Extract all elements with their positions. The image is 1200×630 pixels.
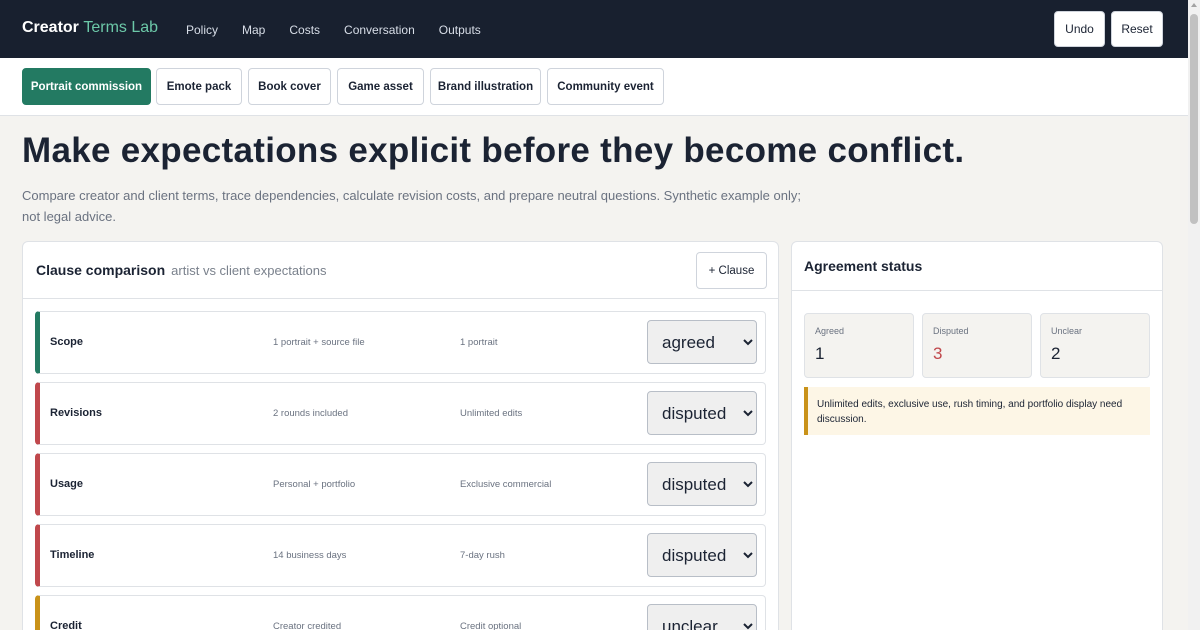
brand-accent: Terms Lab xyxy=(83,19,159,36)
nav-link-conversation[interactable]: Conversation xyxy=(344,23,415,37)
reset-button[interactable]: Reset xyxy=(1111,11,1163,47)
clause-row-credit: Credit Creator credited Credit optional … xyxy=(35,595,766,630)
stat-value: 1 xyxy=(815,344,825,363)
main-nav: Policy Map Costs Conversation Outputs xyxy=(186,23,505,37)
app-brand: Creator Terms Lab xyxy=(22,19,158,37)
clause-name: Credit xyxy=(50,620,82,630)
clause-client-term: 7-day rush xyxy=(460,550,505,561)
clause-client-term: Credit optional xyxy=(460,621,522,630)
clause-panel-subheading: artist vs client expectations xyxy=(171,263,327,278)
clause-status-select[interactable]: agreeddisputedunclear xyxy=(647,391,757,435)
add-clause-button[interactable]: + Clause xyxy=(696,252,767,289)
scenario-chip-emote-pack[interactable]: Emote pack xyxy=(156,68,242,105)
clause-creator-term: 14 business days xyxy=(273,550,347,561)
scenario-chip-community-event[interactable]: Community event xyxy=(547,68,664,105)
clause-comparison-panel: Clause comparison artist vs client expect… xyxy=(22,241,779,630)
scenario-chip-book-cover[interactable]: Book cover xyxy=(248,68,331,105)
nav-link-outputs[interactable]: Outputs xyxy=(439,23,481,37)
clause-client-term: Unlimited edits xyxy=(460,408,523,419)
nav-link-costs[interactable]: Costs xyxy=(289,23,320,37)
scrollbar-thumb[interactable] xyxy=(1190,14,1198,224)
clause-status-select[interactable]: agreeddisputedunclear xyxy=(647,320,757,364)
clause-name: Timeline xyxy=(50,549,95,561)
clause-name: Usage xyxy=(50,478,84,490)
discussion-note-text: Unlimited edits, exclusive use, rush tim… xyxy=(817,399,1123,425)
clause-client-term: Exclusive commercial xyxy=(460,479,552,490)
clause-status-select[interactable]: agreeddisputedunclear xyxy=(647,533,757,577)
scenario-chip-portrait-commission[interactable]: Portrait commission xyxy=(22,68,151,105)
page-title: Make expectations explicit before they b… xyxy=(22,131,965,170)
clause-row-timeline: Timeline 14 business days 7-day rush agr… xyxy=(35,524,766,587)
scenario-bar: Portrait commission Emote pack Book cove… xyxy=(0,58,1188,116)
discussion-note: Unlimited edits, exclusive use, rush tim… xyxy=(804,387,1150,435)
undo-button[interactable]: Undo xyxy=(1054,11,1105,47)
clause-row-scope: Scope 1 portrait + source file 1 portrai… xyxy=(35,311,766,374)
clause-creator-term: 2 rounds included xyxy=(273,408,348,419)
clause-panel-title: Clause comparison artist vs client expect… xyxy=(36,262,327,278)
clause-status-select[interactable]: agreeddisputedunclear xyxy=(647,604,757,630)
top-bar: Creator Terms Lab Policy Map Costs Conve… xyxy=(0,0,1200,58)
nav-link-policy[interactable]: Policy xyxy=(186,23,218,37)
stat-label: Agreed xyxy=(815,326,845,336)
clause-name: Scope xyxy=(50,336,84,348)
clause-row-usage: Usage Personal + portfolio Exclusive com… xyxy=(35,453,766,516)
stat-label: Unclear xyxy=(1051,326,1083,336)
clause-panel-heading: Clause comparison xyxy=(36,262,166,278)
clause-name: Revisions xyxy=(50,407,102,419)
page-scrollbar[interactable] xyxy=(1188,0,1200,630)
clause-panel-header: Clause comparison artist vs client expect… xyxy=(23,242,778,299)
clause-creator-term: 1 portrait + source file xyxy=(273,337,365,348)
clause-status-select[interactable]: agreeddisputedunclear xyxy=(647,462,757,506)
clause-creator-term: Creator credited xyxy=(273,621,342,630)
brand-main: Creator xyxy=(22,19,79,36)
clause-creator-term: Personal + portfolio xyxy=(273,479,356,490)
clause-row-revisions: Revisions 2 rounds included Unlimited ed… xyxy=(35,382,766,445)
scenario-chip-brand-illustration[interactable]: Brand illustration xyxy=(430,68,541,105)
status-panel-title: Agreement status xyxy=(804,258,923,274)
stat-card-disputed: Disputed 3 xyxy=(922,313,1032,378)
page-subtitle: Compare creator and client terms, trace … xyxy=(22,188,801,224)
scenario-chip-game-asset[interactable]: Game asset xyxy=(337,68,424,105)
stat-value: 2 xyxy=(1051,344,1061,363)
scroll-up-arrow-icon[interactable] xyxy=(1191,3,1197,7)
stat-card-unclear: Unclear 2 xyxy=(1040,313,1150,378)
clause-client-term: 1 portrait xyxy=(460,337,498,348)
stat-value: 3 xyxy=(933,344,943,363)
stat-label: Disputed xyxy=(933,326,969,336)
stat-card-agreed: Agreed 1 xyxy=(804,313,914,378)
nav-link-map[interactable]: Map xyxy=(242,23,265,37)
status-panel-header: Agreement status xyxy=(792,242,1162,291)
agreement-status-panel: Agreement status Agreed 1 Disputed 3 Unc… xyxy=(791,241,1163,630)
